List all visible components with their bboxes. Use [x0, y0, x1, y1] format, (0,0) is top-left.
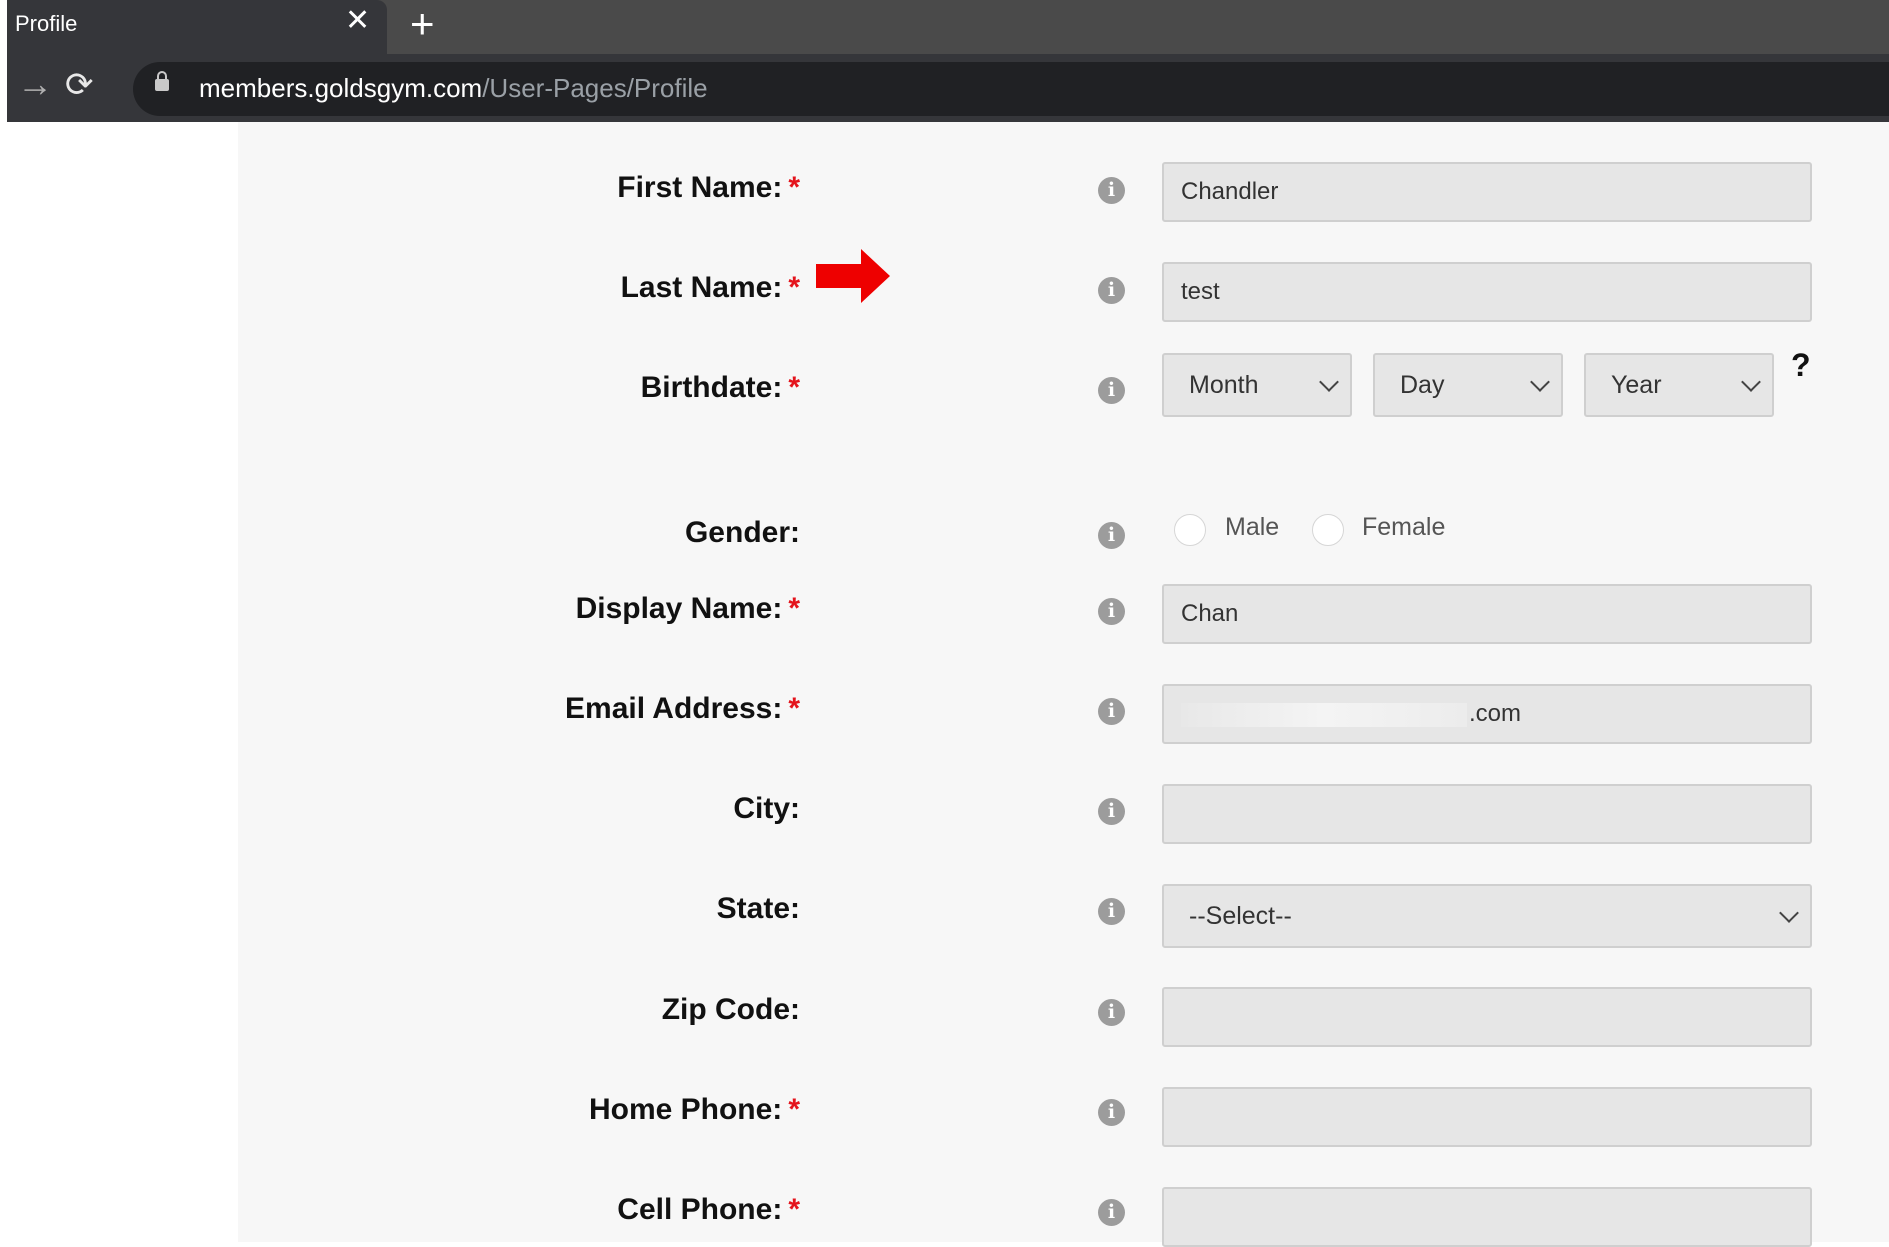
display-name-label-text: Display Name: — [575, 592, 783, 625]
last-name-input[interactable]: test — [1162, 262, 1812, 322]
required-star: * — [788, 1093, 800, 1126]
info-icon[interactable]: i — [1098, 798, 1125, 825]
new-tab-icon[interactable]: + — [410, 3, 435, 45]
birth-year-value: Year — [1611, 371, 1662, 399]
tab-profile[interactable]: Profile ✕ — [7, 0, 387, 54]
info-icon[interactable]: i — [1098, 598, 1125, 625]
required-star: * — [788, 271, 800, 304]
info-icon[interactable]: i — [1098, 999, 1125, 1026]
first-name-label-text: First Name: — [617, 171, 783, 204]
info-icon[interactable]: i — [1098, 522, 1125, 549]
url-text[interactable]: members.goldsgym.com/User-Pages/Profile — [199, 73, 708, 104]
address-bar[interactable]: members.goldsgym.com/User-Pages/Profile — [133, 62, 1889, 116]
forward-icon[interactable]: → — [17, 66, 53, 102]
gender-female-label[interactable]: Female — [1362, 513, 1445, 542]
chevron-down-icon — [1741, 372, 1761, 392]
first-name-input[interactable]: Chandler — [1162, 162, 1812, 222]
first-name-label: First Name: * — [617, 171, 800, 205]
gender-male-radio[interactable] — [1174, 514, 1206, 546]
city-label: City: — [733, 792, 800, 825]
required-star: * — [788, 1193, 800, 1226]
home-phone-label: Home Phone: * — [589, 1093, 800, 1127]
birthdate-help-icon[interactable]: ? — [1791, 347, 1811, 384]
email-label-text: Email Address: — [565, 692, 783, 725]
display-name-label: Display Name: * — [576, 592, 800, 626]
info-icon[interactable]: i — [1098, 277, 1125, 304]
url-host: members.goldsgym.com — [199, 73, 483, 103]
chevron-down-icon — [1530, 372, 1550, 392]
profile-form: First Name: * i Chandler Last Name: * i te… — [238, 122, 1889, 1247]
reload-icon[interactable]: ⟳ — [65, 68, 94, 102]
info-icon[interactable]: i — [1098, 898, 1125, 925]
birth-month-select[interactable]: Month — [1162, 353, 1352, 417]
cell-phone-input[interactable] — [1162, 1187, 1812, 1247]
gender-female-radio[interactable] — [1312, 514, 1344, 546]
tab-title: Profile — [15, 11, 78, 36]
info-icon[interactable]: i — [1098, 1199, 1125, 1226]
state-select[interactable]: --Select-- — [1162, 884, 1812, 948]
info-icon[interactable]: i — [1098, 1099, 1125, 1126]
redacted-email — [1181, 702, 1467, 727]
info-icon[interactable]: i — [1098, 177, 1125, 204]
email-input[interactable]: .com — [1162, 684, 1812, 744]
birth-day-value: Day — [1400, 371, 1445, 399]
info-icon[interactable]: i — [1098, 377, 1125, 404]
chevron-down-icon — [1319, 372, 1339, 392]
gender-label: Gender: — [684, 516, 800, 549]
birth-month-value: Month — [1189, 371, 1259, 399]
chevron-down-icon — [1779, 903, 1799, 923]
display-name-input[interactable]: Chan — [1162, 584, 1812, 644]
gender-male-label[interactable]: Male — [1225, 513, 1279, 542]
email-visible-suffix: .com — [1469, 700, 1522, 727]
email-label: Email Address: * — [565, 692, 800, 726]
red-arrow-icon — [816, 249, 890, 303]
cell-phone-label-text: Cell Phone: — [617, 1193, 783, 1226]
required-star: * — [788, 592, 800, 625]
city-input[interactable] — [1162, 784, 1812, 844]
browser-toolbar: → ⟳ members.goldsgym.com/User-Pages/Prof… — [7, 54, 1889, 122]
zip-input[interactable] — [1162, 987, 1812, 1047]
birthdate-label-text: Birthdate: — [640, 371, 783, 404]
home-phone-input[interactable] — [1162, 1087, 1812, 1147]
browser-chrome: Profile ✕ + → ⟳ members.goldsgym.com/Use… — [7, 0, 1889, 122]
required-star: * — [788, 171, 800, 204]
zip-label: Zip Code: — [661, 993, 800, 1026]
required-star: * — [788, 371, 800, 404]
tab-strip: Profile ✕ + — [7, 0, 1889, 54]
required-star: * — [788, 692, 800, 725]
home-phone-label-text: Home Phone: — [588, 1093, 783, 1126]
state-select-value: --Select-- — [1189, 902, 1292, 930]
last-name-label-text: Last Name: — [620, 271, 783, 304]
last-name-label: Last Name: * — [621, 271, 800, 305]
birth-year-select[interactable]: Year — [1584, 353, 1774, 417]
birthdate-label: Birthdate: * — [641, 371, 800, 405]
state-label: State: — [716, 892, 800, 925]
cell-phone-label: Cell Phone: * — [617, 1193, 800, 1227]
birth-day-select[interactable]: Day — [1373, 353, 1563, 417]
url-path: /User-Pages/Profile — [482, 73, 708, 103]
lock-icon[interactable] — [155, 71, 169, 91]
close-tab-icon[interactable]: ✕ — [345, 6, 370, 36]
info-icon[interactable]: i — [1098, 698, 1125, 725]
